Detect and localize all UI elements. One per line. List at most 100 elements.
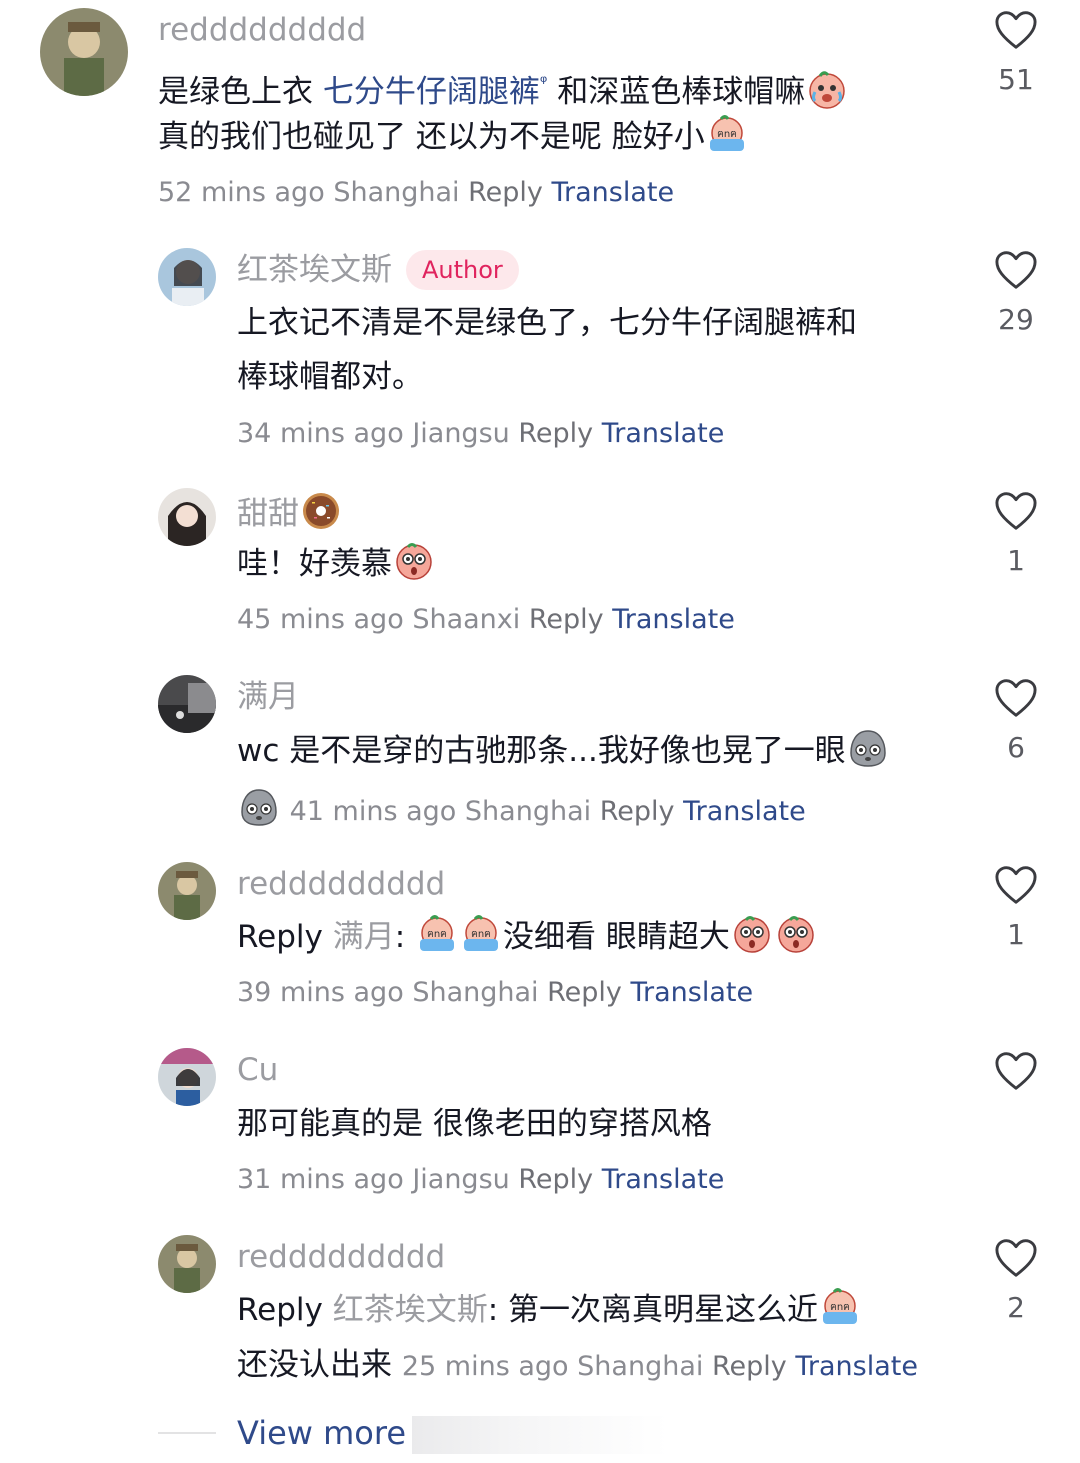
avatar-image bbox=[158, 675, 216, 733]
like-button[interactable] bbox=[976, 1051, 1056, 1103]
sweating-emoji bbox=[416, 913, 458, 955]
timestamp: 39 mins ago bbox=[237, 977, 404, 1008]
comment-text: Reply 红茶埃文斯: 第一次离真明星这么近 bbox=[237, 1283, 862, 1337]
sad-blob-emoji bbox=[238, 786, 280, 828]
blurred-overlay bbox=[412, 1416, 668, 1454]
timestamp: 41 mins ago bbox=[289, 796, 457, 827]
sweating-emoji bbox=[706, 113, 748, 155]
search-keyword-link[interactable]: 七分牛仔阔腿裤 bbox=[323, 74, 540, 110]
translate-button[interactable]: Translate bbox=[795, 1351, 918, 1382]
avatar[interactable] bbox=[40, 8, 128, 96]
comment-meta: 52 mins ago Shanghai Reply Translate bbox=[158, 173, 674, 213]
heart-outline-icon bbox=[994, 1238, 1038, 1278]
reply-button[interactable]: Reply bbox=[547, 977, 622, 1008]
avatar[interactable] bbox=[158, 675, 216, 733]
translate-button[interactable]: Translate bbox=[683, 796, 806, 827]
heart-outline-icon bbox=[994, 678, 1038, 718]
mention-colon: : bbox=[394, 919, 406, 955]
comment-text: Reply 满月: 没细看 眼睛超大 bbox=[237, 910, 818, 964]
view-more-replies-button[interactable]: View more bbox=[237, 1410, 406, 1456]
timestamp: 52 mins ago bbox=[158, 177, 325, 208]
comment-text-part: 没细看 眼睛超大 bbox=[503, 919, 730, 955]
like-count: 29 bbox=[998, 303, 1034, 336]
avatar[interactable] bbox=[158, 488, 216, 546]
like-button[interactable]: 51 bbox=[976, 10, 1056, 98]
timestamp: 34 mins ago bbox=[237, 418, 404, 449]
heart-outline-icon bbox=[994, 10, 1038, 50]
like-button[interactable]: 29 bbox=[976, 250, 1056, 338]
avatar[interactable] bbox=[158, 1048, 216, 1106]
location: Shanghai bbox=[464, 796, 592, 827]
reply-prefix: Reply bbox=[237, 919, 323, 955]
username[interactable]: reddddddddd bbox=[158, 10, 366, 50]
avatar[interactable] bbox=[158, 862, 216, 920]
username: 红茶埃文斯 Author bbox=[237, 250, 519, 290]
heart-outline-icon bbox=[994, 250, 1038, 290]
comment-text-part: wc 是不是穿的古驰那条...我好像也晃了一眼 bbox=[237, 733, 846, 769]
reply-button[interactable]: Reply bbox=[518, 418, 593, 449]
heart-outline-icon bbox=[994, 865, 1038, 905]
comment-meta: 45 mins ago Shaanxi Reply Translate bbox=[237, 600, 735, 640]
translate-button[interactable]: Translate bbox=[631, 977, 754, 1008]
sweating-emoji bbox=[819, 1286, 861, 1328]
avatar-image bbox=[40, 8, 128, 96]
comment-text: 哇！好羡慕 bbox=[237, 537, 436, 591]
like-count: 6 bbox=[1007, 731, 1025, 764]
timestamp: 25 mins ago bbox=[401, 1351, 569, 1382]
avatar-image bbox=[158, 1235, 216, 1293]
comment-meta: 31 mins ago Jiangsu Reply Translate bbox=[237, 1160, 724, 1200]
like-button[interactable]: 1 bbox=[976, 865, 1056, 953]
username[interactable]: reddddddddd bbox=[237, 864, 445, 904]
location: Shanghai bbox=[333, 177, 460, 208]
comment-text-part: 是绿色上衣 bbox=[158, 74, 323, 110]
comment-text-part: 和深蓝色棒球帽嘛 bbox=[547, 74, 806, 110]
like-button[interactable]: 6 bbox=[976, 678, 1056, 766]
location: Shanghai bbox=[577, 1351, 704, 1382]
username: 甜甜 bbox=[237, 490, 343, 534]
mention-link[interactable]: 红茶埃文斯 bbox=[333, 1292, 488, 1328]
like-count: 1 bbox=[1007, 918, 1025, 951]
comment-meta: 25 mins ago Shanghai Reply Translate bbox=[402, 1351, 918, 1382]
divider bbox=[158, 1432, 216, 1434]
reply-button[interactable]: Reply bbox=[518, 1164, 593, 1195]
username-text[interactable]: 甜甜 bbox=[237, 496, 299, 532]
comment-text-part: 还没认出来 bbox=[237, 1347, 392, 1383]
heart-outline-icon bbox=[994, 491, 1038, 531]
username[interactable]: Cu bbox=[237, 1050, 278, 1090]
like-count: 2 bbox=[1007, 1291, 1025, 1324]
timestamp: 45 mins ago bbox=[237, 604, 404, 635]
like-count: 1 bbox=[1007, 544, 1025, 577]
username-text[interactable]: 红茶埃文斯 bbox=[237, 252, 392, 288]
reply-prefix: Reply bbox=[237, 1292, 323, 1328]
sad-blob-emoji bbox=[847, 727, 889, 769]
author-badge: Author bbox=[406, 250, 519, 290]
location: Shanghai bbox=[412, 977, 539, 1008]
reply-button[interactable]: Reply bbox=[600, 796, 675, 827]
comment-text-part: 第一次离真明星这么近 bbox=[508, 1292, 819, 1328]
comment-meta: 41 mins ago Shanghai Reply Translate bbox=[237, 786, 806, 832]
donut-emoji bbox=[300, 490, 342, 532]
translate-button[interactable]: Translate bbox=[612, 604, 735, 635]
like-button[interactable]: 2 bbox=[976, 1238, 1056, 1326]
like-button[interactable]: 1 bbox=[976, 491, 1056, 579]
comment-meta: 39 mins ago Shanghai Reply Translate bbox=[237, 973, 753, 1013]
avatar-image bbox=[158, 488, 216, 546]
translate-button[interactable]: Translate bbox=[602, 418, 725, 449]
avatar-image bbox=[158, 248, 216, 306]
username[interactable]: reddddddddd bbox=[237, 1237, 445, 1277]
username[interactable]: 满月 bbox=[237, 677, 299, 717]
location: Shaanxi bbox=[412, 604, 521, 635]
heart-outline-icon bbox=[994, 1051, 1038, 1091]
location: Jiangsu bbox=[412, 1164, 510, 1195]
reply-button[interactable]: Reply bbox=[529, 604, 604, 635]
translate-button[interactable]: Translate bbox=[602, 1164, 725, 1195]
reply-button[interactable]: Reply bbox=[712, 1351, 787, 1382]
reply-button[interactable]: Reply bbox=[468, 177, 543, 208]
location: Jiangsu bbox=[412, 418, 510, 449]
mention-link[interactable]: 满月 bbox=[333, 919, 395, 955]
shocked-emoji bbox=[393, 540, 435, 582]
avatar[interactable] bbox=[158, 1235, 216, 1293]
translate-button[interactable]: Translate bbox=[552, 177, 675, 208]
comment-text-line2: 真的我们也碰见了 还以为不是呢 脸好小 bbox=[158, 110, 749, 164]
avatar[interactable] bbox=[158, 248, 216, 306]
